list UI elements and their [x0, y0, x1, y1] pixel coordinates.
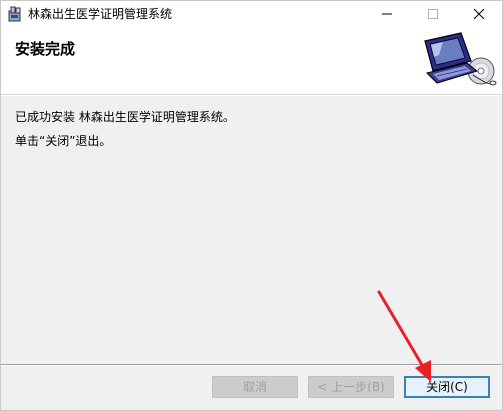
installer-icon	[8, 6, 21, 22]
computer-cd-icon	[424, 32, 497, 86]
minimize-icon	[382, 13, 392, 15]
maximize-icon	[428, 9, 438, 19]
button-bar: 取消 < 上一步(B) 关闭(C)	[1, 366, 502, 410]
maximize-button[interactable]	[410, 1, 456, 27]
close-icon	[474, 9, 484, 19]
exit-instruction-message: 单击“关闭”退出。	[15, 134, 112, 148]
back-button: < 上一步(B)	[308, 376, 394, 398]
install-success-message: 已成功安装 林森出生医学证明管理系统。	[15, 110, 235, 124]
title-bar[interactable]: 林森出生医学证明管理系统	[1, 1, 502, 27]
installer-window: 林森出生医学证明管理系统 安装完成 已成功安装 林森出生医学证明管理系统。 单击…	[0, 0, 503, 411]
minimize-button[interactable]	[364, 1, 410, 27]
close-window-button[interactable]	[456, 1, 502, 27]
window-title: 林森出生医学证明管理系统	[28, 7, 173, 21]
cancel-button: 取消	[212, 376, 298, 398]
close-button[interactable]: 关闭(C)	[404, 376, 490, 398]
page-title: 安装完成	[15, 40, 76, 58]
content-area: 已成功安装 林森出生医学证明管理系统。 单击“关闭”退出。	[1, 96, 502, 366]
header-banner: 安装完成	[1, 27, 502, 95]
